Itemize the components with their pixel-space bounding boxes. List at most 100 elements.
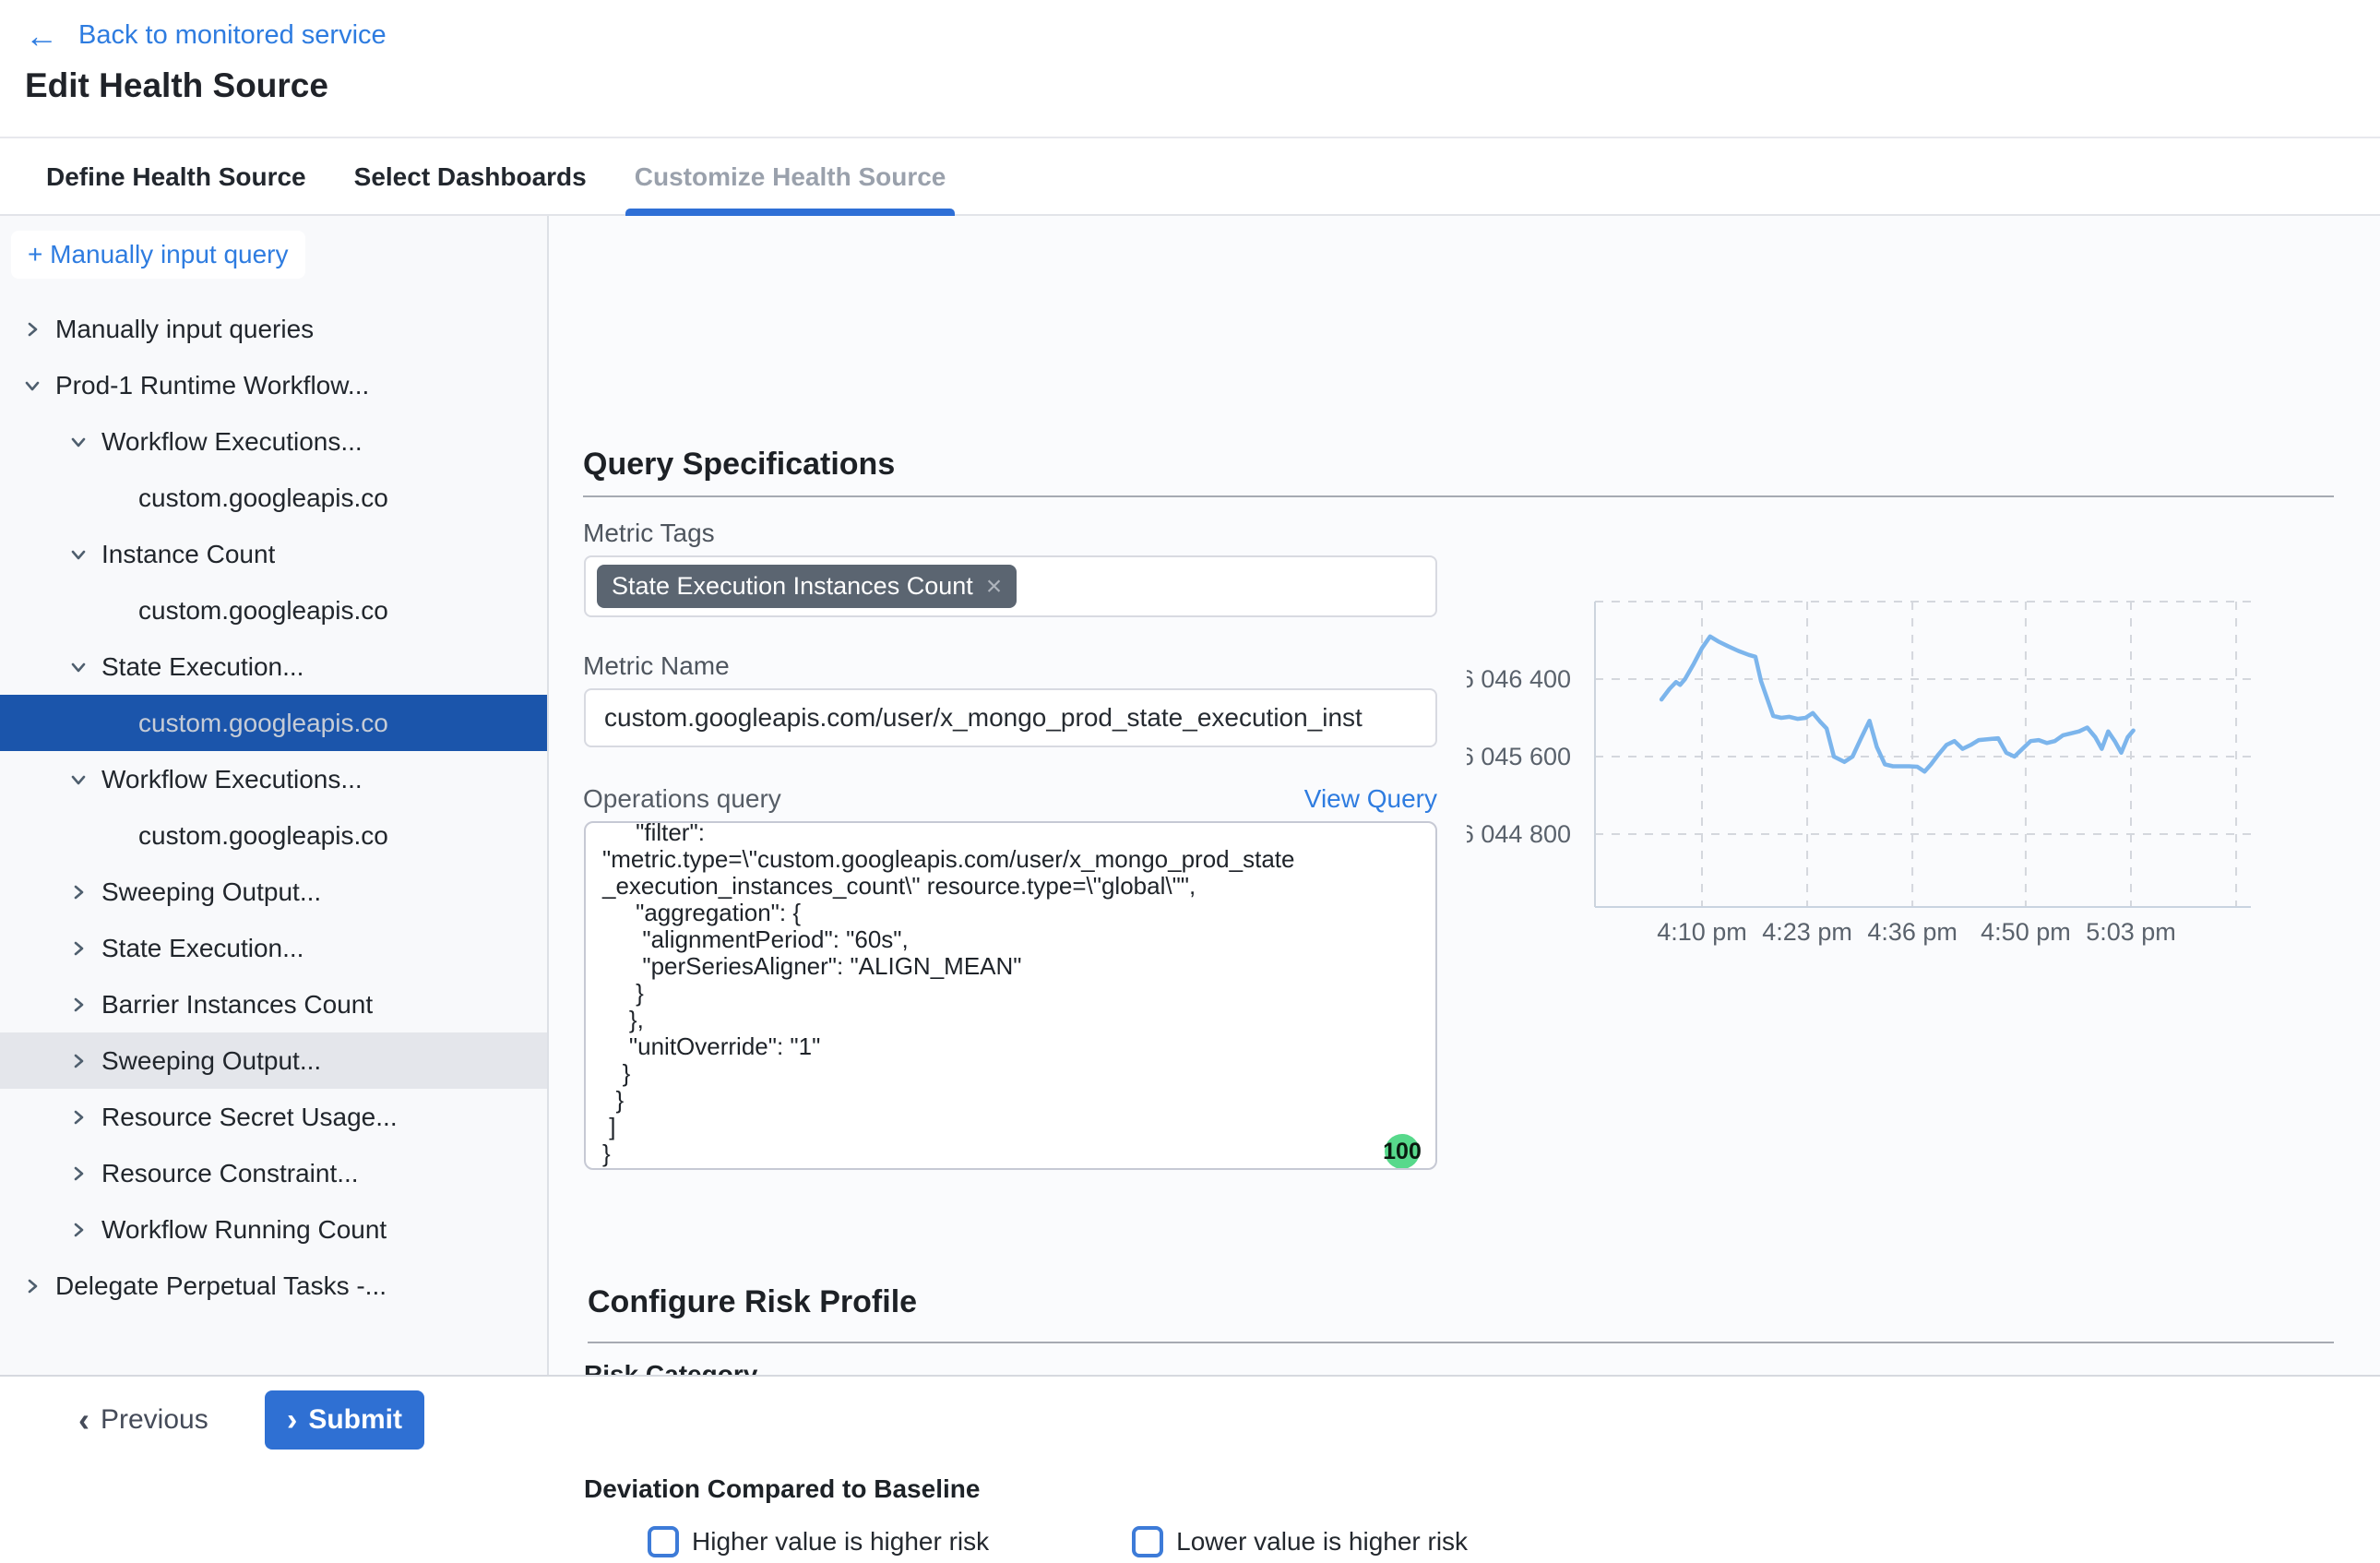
operations-query-textarea[interactable]: "filter": "metric.type=\"custom.googleap… <box>584 821 1437 1170</box>
checkbox-lower-value-is-higher-risk[interactable]: Lower value is higher risk <box>1132 1526 1468 1557</box>
tree-item-label: custom.googleapis.co <box>138 821 388 851</box>
query-tree-sidebar: + Manually input query Manually input qu… <box>0 216 549 1375</box>
tree-item-label: Sweeping Output... <box>101 877 321 907</box>
svg-text:36 045 600: 36 045 600 <box>1467 743 1571 770</box>
tree-item-label: custom.googleapis.co <box>138 596 388 626</box>
view-query-link[interactable]: View Query <box>584 784 1437 814</box>
page-title: Edit Health Source <box>25 66 328 105</box>
chevron-right-icon[interactable] <box>22 1276 42 1296</box>
tree-item-label: Sweeping Output... <box>101 1046 321 1076</box>
page-header: ← Back to monitored service Edit Health … <box>0 0 2380 138</box>
tree-item-label: State Execution... <box>101 934 303 963</box>
chevron-left-icon: ‹ <box>78 1401 89 1439</box>
chevron-right-icon[interactable] <box>68 882 89 902</box>
tree-item-label: Manually input queries <box>55 315 314 344</box>
query-specifications-heading: Query Specifications <box>583 447 895 483</box>
tree-item-label: Delegate Perpetual Tasks -... <box>55 1271 387 1301</box>
checkbox-higher-value-is-higher-risk[interactable]: Higher value is higher risk <box>648 1526 989 1557</box>
tree-item-label: State Execution... <box>101 652 303 682</box>
metric-name-input[interactable] <box>584 688 1437 747</box>
checkbox-label: Lower value is higher risk <box>1176 1527 1468 1557</box>
chevron-down-icon[interactable] <box>68 657 89 677</box>
tree-item-workflow-running-count[interactable]: Workflow Running Count <box>0 1201 547 1258</box>
tab-define-health-source[interactable]: Define Health Source <box>44 140 308 214</box>
chevron-right-icon[interactable] <box>68 1051 89 1071</box>
metric-tags-input[interactable]: State Execution Instances Count × <box>584 555 1437 617</box>
tree-item-label: Barrier Instances Count <box>101 990 373 1020</box>
tab-select-dashboards[interactable]: Select Dashboards <box>352 140 589 214</box>
previous-button[interactable]: ‹ Previous <box>78 1377 208 1463</box>
divider <box>588 1342 2334 1343</box>
chevron-down-icon[interactable] <box>68 432 89 452</box>
main-panel: Query Specifications Metric Tags State E… <box>549 216 2380 1375</box>
checkbox-icon[interactable] <box>1132 1526 1163 1557</box>
add-manual-query-button[interactable]: + Manually input query <box>11 231 305 279</box>
svg-text:4:23 pm: 4:23 pm <box>1762 918 1852 946</box>
tree-item-label: custom.googleapis.co <box>138 709 388 738</box>
divider <box>583 495 2334 497</box>
previous-button-label: Previous <box>101 1404 208 1436</box>
submit-button[interactable]: › Submit <box>265 1390 424 1450</box>
remove-tag-icon[interactable]: × <box>986 574 1003 599</box>
tree-item-workflow-executions[interactable]: Workflow Executions... <box>0 413 547 470</box>
tree-item-state-execution[interactable]: State Execution... <box>0 638 547 695</box>
tree-item-resource-secret-usage[interactable]: Resource Secret Usage... <box>0 1089 547 1145</box>
tree-item-workflow-executions[interactable]: Workflow Executions... <box>0 751 547 807</box>
tree-item-label: Resource Secret Usage... <box>101 1103 398 1132</box>
metric-preview-chart: 36 046 400 36 045 600 36 044 800 4:10 pm 4:2… <box>1467 572 2352 978</box>
deviation-baseline-label: Deviation Compared to Baseline <box>584 1474 980 1504</box>
chevron-right-icon[interactable] <box>22 319 42 340</box>
svg-text:4:10 pm: 4:10 pm <box>1657 918 1747 946</box>
tree-item-sweeping-output[interactable]: Sweeping Output... <box>0 1032 547 1089</box>
tree-item-label: Workflow Running Count <box>101 1215 387 1245</box>
tree-item-label: Resource Constraint... <box>101 1159 359 1188</box>
back-arrow-icon: ← <box>25 22 58 50</box>
metric-tag-text: State Execution Instances Count <box>612 572 973 601</box>
chevron-right-icon[interactable] <box>68 1220 89 1240</box>
chevron-down-icon[interactable] <box>22 376 42 396</box>
chevron-right-icon[interactable] <box>68 938 89 959</box>
footer-bar: ‹ Previous › Submit <box>0 1375 2380 1462</box>
tab-customize-health-source[interactable]: Customize Health Source <box>633 140 948 214</box>
svg-text:36 046 400: 36 046 400 <box>1467 665 1571 693</box>
tree-item-state-execution[interactable]: State Execution... <box>0 920 547 976</box>
submit-button-label: Submit <box>308 1404 402 1436</box>
tree-item-resource-constraint[interactable]: Resource Constraint... <box>0 1145 547 1201</box>
back-link-label: Back to monitored service <box>78 20 387 51</box>
metric-tag-chip: State Execution Instances Count × <box>597 565 1017 608</box>
chevron-right-icon[interactable] <box>68 1163 89 1184</box>
operations-query-text: "filter": "metric.type=\"custom.googleap… <box>602 821 1419 1167</box>
svg-text:4:36 pm: 4:36 pm <box>1867 918 1958 946</box>
back-to-monitored-service-link[interactable]: ← Back to monitored service <box>25 20 387 51</box>
tree-item-manually-input-queries[interactable]: Manually input queries <box>0 301 547 357</box>
tree-item-custom-googleapis-co[interactable]: custom.googleapis.co <box>0 582 547 638</box>
query-tree: Manually input queries Prod-1 Runtime Wor… <box>0 301 547 1314</box>
tab-bar: Define Health Source Select Dashboards Cus… <box>0 140 2380 216</box>
tree-item-label: Workflow Executions... <box>101 427 363 457</box>
records-count-badge: 100 <box>1385 1134 1420 1169</box>
tree-item-label: Workflow Executions... <box>101 765 363 794</box>
deviation-checkbox-group: Higher value is higher risk Lower value i… <box>648 1521 1468 1563</box>
chevron-down-icon[interactable] <box>68 544 89 565</box>
chevron-right-icon[interactable] <box>68 1107 89 1128</box>
tree-item-instance-count[interactable]: Instance Count <box>0 526 547 582</box>
svg-text:5:03 pm: 5:03 pm <box>2086 918 2176 946</box>
tree-item-custom-googleapis-co[interactable]: custom.googleapis.co <box>0 470 547 526</box>
checkbox-label: Higher value is higher risk <box>692 1527 989 1557</box>
tree-item-label: Instance Count <box>101 540 275 569</box>
tree-item-custom-googleapis-co[interactable]: custom.googleapis.co <box>0 807 547 864</box>
tree-item-custom-googleapis-co[interactable]: custom.googleapis.co <box>0 695 547 751</box>
configure-risk-profile-heading: Configure Risk Profile <box>588 1284 917 1320</box>
chevron-down-icon[interactable] <box>68 770 89 790</box>
checkbox-icon[interactable] <box>648 1526 679 1557</box>
tree-item-label: Prod-1 Runtime Workflow... <box>55 371 369 400</box>
svg-text:4:50 pm: 4:50 pm <box>1981 918 2071 946</box>
chevron-right-icon[interactable] <box>68 995 89 1015</box>
metric-name-label: Metric Name <box>583 651 730 681</box>
tree-item-prod-1-runtime-workflow[interactable]: Prod-1 Runtime Workflow... <box>0 357 547 413</box>
svg-text:36 044 800: 36 044 800 <box>1467 820 1571 848</box>
tree-item-delegate-perpetual-tasks[interactable]: Delegate Perpetual Tasks -... <box>0 1258 547 1314</box>
tree-item-barrier-instances-count[interactable]: Barrier Instances Count <box>0 976 547 1032</box>
tree-item-sweeping-output[interactable]: Sweeping Output... <box>0 864 547 920</box>
chevron-right-icon: › <box>287 1402 297 1438</box>
